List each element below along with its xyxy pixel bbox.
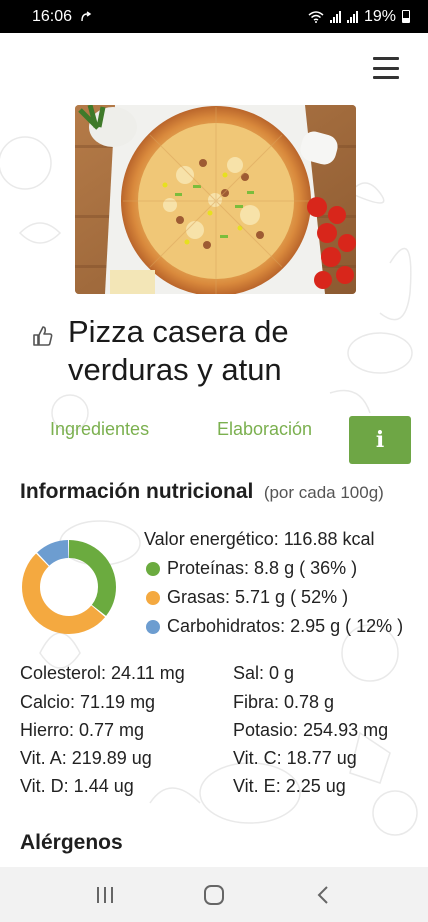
nutrient-vitamin-d: Vit. D: 1.44 ug [20, 776, 134, 796]
wifi-icon [308, 10, 324, 23]
signal-icon [346, 10, 358, 23]
info-icon: i [375, 427, 385, 453]
allergens-heading: Alérgenos [20, 831, 123, 854]
notification-icon [81, 10, 92, 21]
nutrient-potassium: Potasio: 254.93 mg [233, 720, 389, 740]
battery-percent: 19% [363, 7, 396, 25]
hamburger-menu-icon [373, 57, 399, 60]
nav-home-button[interactable] [194, 880, 234, 910]
recipe-title: Pizza casera de verduras y atun [68, 314, 289, 387]
nutrient-fiber: Fibra: 0.78 g [233, 692, 335, 712]
pizza-image [75, 105, 356, 294]
nutrient-salt: Sal: 0 g [233, 663, 295, 683]
legend-dot [146, 590, 160, 605]
status-time: 16:06 [32, 7, 73, 25]
battery-icon [402, 10, 410, 23]
macro-proteins: Proteínas: 8.8 g ( 36% ) [146, 558, 357, 579]
status-bar: 16:06 19% [0, 0, 428, 33]
macro-label: Grasas: 5.71 g ( 52% ) [167, 587, 349, 607]
macro-label: Proteínas: 8.8 g ( 36% ) [167, 558, 358, 578]
back-icon [317, 885, 329, 904]
nutrient-vitamin-e: Vit. E: 2.25 ug [233, 776, 346, 796]
nutrient-iron: Hierro: 0.77 mg [20, 720, 145, 740]
macro-fats: Grasas: 5.71 g ( 52% ) [146, 587, 348, 608]
tab-ingredientes[interactable]: Ingredientes [50, 419, 149, 440]
thumbs-up-icon[interactable] [32, 325, 54, 347]
nav-recents-button[interactable] [85, 880, 125, 910]
nutrition-heading: Información nutricional (por cada 100g) [20, 480, 384, 504]
nav-back-button[interactable] [303, 880, 343, 910]
energy-value: Valor energético: 116.88 kcal [144, 529, 375, 549]
hamburger-line [373, 66, 399, 70]
nutrient-cholesterol: Colesterol: 24.11 mg [20, 663, 185, 683]
home-icon [203, 884, 224, 905]
recents-icon [96, 886, 113, 903]
tab-elaboracion[interactable]: Elaboración [217, 419, 312, 440]
recipe-screen: Pizza casera de verduras y atun Ingredie… [0, 33, 428, 867]
hamburger-line [373, 76, 399, 79]
signal-icon [329, 10, 341, 23]
legend-dot [146, 561, 160, 576]
menu-button[interactable] [373, 57, 399, 79]
macro-carbs: Carbohidratos: 2.95 g ( 12% ) [146, 616, 403, 637]
recipe-image [75, 105, 356, 294]
legend-dot [146, 619, 160, 634]
nutrient-vitamin-c: Vit. C: 18.77 ug [233, 748, 357, 768]
nutrition-per: (por cada 100g) [263, 483, 384, 502]
tab-info[interactable]: i [349, 416, 411, 464]
nutrient-vitamin-a: Vit. A: 219.89 ug [20, 748, 152, 768]
system-nav-bar [0, 867, 428, 922]
nutrition-title: Información nutricional [20, 480, 254, 503]
macro-label: Carbohidratos: 2.95 g ( 12% ) [167, 616, 404, 636]
macros-donut-chart [22, 540, 116, 634]
nutrient-calcium: Calcio: 71.19 mg [20, 692, 156, 712]
